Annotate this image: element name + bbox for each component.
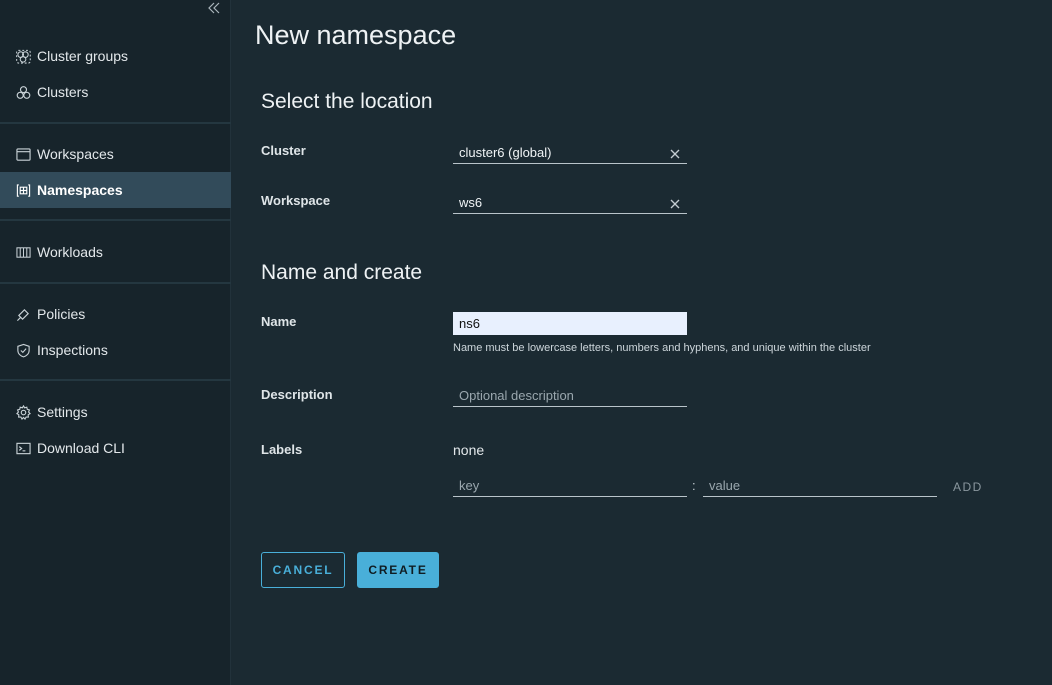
sidebar-divider [0,122,231,124]
clear-workspace-button[interactable] [669,197,681,209]
labels-label: Labels [261,442,303,457]
workspaces-icon [16,147,31,162]
sidebar-item-label: Namespaces [37,182,123,198]
cluster-select[interactable] [453,142,687,164]
sidebar-item-label: Workloads [37,244,103,260]
name-label: Name [261,314,297,329]
sidebar-item-policies[interactable]: Policies [0,296,231,332]
section-title-location: Select the location [261,90,433,113]
clusters-icon [16,85,31,100]
name-input[interactable] [453,312,687,335]
workspace-label: Workspace [261,193,331,208]
policies-icon [16,307,31,322]
sidebar-item-download-cli[interactable]: Download CLI [0,430,231,466]
add-label-button[interactable]: ADD [953,480,983,494]
sidebar-item-label: Inspections [37,342,108,358]
description-label: Description [261,387,333,402]
name-hint: Name must be lowercase letters, numbers … [453,342,871,354]
workspace-input[interactable] [453,195,653,210]
cluster-groups-icon [16,49,31,64]
page-title: New namespace [255,20,457,50]
labels-value: none [453,442,485,458]
sidebar-item-workspaces[interactable]: Workspaces [0,136,231,172]
description-input[interactable] [453,385,687,407]
sidebar-divider [0,379,231,381]
cluster-label: Cluster [261,143,306,158]
settings-icon [16,404,31,420]
collapse-sidebar-button[interactable] [204,0,224,16]
workspace-select[interactable] [453,192,687,214]
sidebar-item-cluster-groups[interactable]: Cluster groups [0,38,231,74]
sidebar: Cluster groups Clusters Workspaces Names… [0,0,231,685]
inspections-icon [16,343,31,358]
close-icon [670,149,680,159]
sidebar-divider [0,219,231,221]
workloads-icon [16,245,31,260]
close-icon [670,199,680,209]
sidebar-item-label: Policies [37,306,86,322]
sidebar-item-workloads[interactable]: Workloads [0,234,231,270]
double-chevron-left-icon [208,2,220,14]
cluster-input[interactable] [453,145,653,160]
namespaces-icon [16,183,31,198]
sidebar-item-label: Download CLI [37,440,125,456]
sidebar-item-label: Cluster groups [37,48,129,64]
sidebar-item-namespaces[interactable]: Namespaces [0,172,231,208]
label-value-input[interactable] [703,475,937,497]
sidebar-item-label: Settings [37,404,88,420]
sidebar-divider [0,282,231,284]
create-button[interactable]: CREATE [357,552,439,588]
sidebar-item-inspections[interactable]: Inspections [0,332,231,368]
terminal-icon [16,441,31,456]
sidebar-item-clusters[interactable]: Clusters [0,74,231,110]
cancel-button[interactable]: CANCEL [261,552,345,588]
key-value-separator: : [692,478,696,493]
clear-cluster-button[interactable] [669,147,681,159]
sidebar-item-settings[interactable]: Settings [0,394,231,430]
section-title-name-and-create: Name and create [261,261,423,284]
main-content: New namespace Select the location Cluste… [231,0,1052,685]
label-key-input[interactable] [453,475,687,497]
sidebar-item-label: Clusters [37,84,89,100]
sidebar-item-label: Workspaces [37,146,114,162]
